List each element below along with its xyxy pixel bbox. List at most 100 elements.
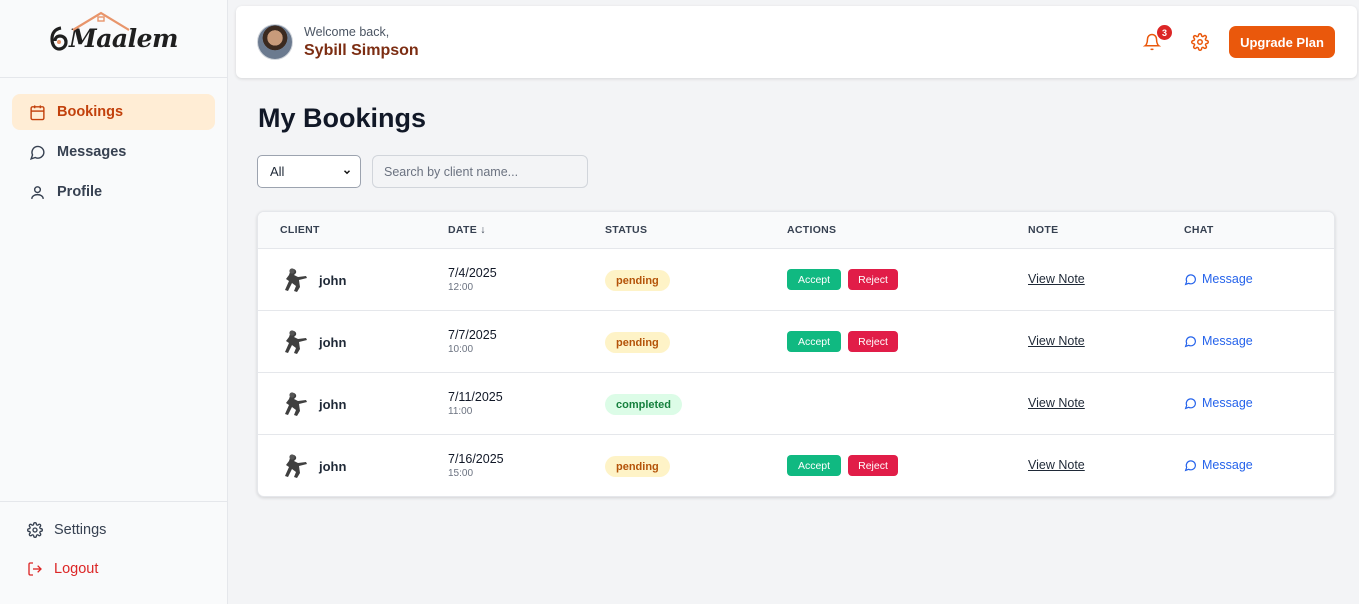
sidebar-item-label: Messages [57,144,127,160]
actions-cell: Accept Reject [787,269,898,290]
user-name: Sybill Simpson [304,41,419,59]
wrench-logo-icon [50,25,68,51]
message-circle-icon [1184,397,1197,410]
message-label: Message [1202,272,1253,286]
message-label: Message [1202,458,1253,472]
sidebar: Maalem Bookings Messages Profile Setting… [0,0,228,604]
booking-time: 11:00 [448,406,473,417]
booking-date: 7/4/2025 [448,266,497,280]
view-note-link[interactable]: View Note [1028,458,1085,472]
client-avatar [280,451,310,481]
calendar-icon [28,103,46,121]
sidebar-item-label: Bookings [57,104,124,120]
status-badge: pending [605,332,670,353]
status-badge: pending [605,456,670,477]
header-actions: 3 Upgrade Plan [1141,24,1335,58]
client-cell: john [280,389,346,419]
filter-selected-value: All [270,164,285,179]
column-header-date[interactable]: DATE ↓ [448,224,486,236]
welcome-block: Welcome back, Sybill Simpson [304,25,419,60]
logout-label: Logout [54,561,99,577]
sidebar-nav: Bookings Messages Profile [0,78,227,210]
message-link[interactable]: Message [1184,458,1253,472]
top-header: Welcome back, Sybill Simpson 3 Upgrade P… [236,6,1357,78]
column-header-note: NOTE [1028,224,1059,236]
settings-link[interactable]: Settings [26,520,227,540]
user-icon [28,183,46,201]
accept-button[interactable]: Accept [787,269,841,290]
accept-button[interactable]: Accept [787,455,841,476]
column-header-client: CLIENT [280,224,320,236]
settings-label: Settings [54,522,107,538]
reject-button[interactable]: Reject [848,331,898,352]
date-cell: 7/11/2025 11:00 [448,390,503,417]
sidebar-item-profile[interactable]: Profile [12,174,215,210]
column-header-chat: CHAT [1184,224,1214,236]
chevron-down-icon [343,169,351,174]
sidebar-item-messages[interactable]: Messages [12,134,215,170]
settings-button[interactable] [1189,31,1211,53]
notifications-button[interactable]: 3 [1141,24,1173,53]
client-name: john [319,458,347,474]
booking-date: 7/16/2025 [448,452,504,466]
booking-date: 7/11/2025 [448,390,503,404]
table-row: john 7/7/2025 10:00 pending Accept Reject View… [258,311,1334,373]
view-note-link[interactable]: View Note [1028,334,1085,348]
date-cell: 7/4/2025 12:00 [448,266,497,293]
logo[interactable]: Maalem [0,0,227,78]
column-header-status: STATUS [605,224,648,236]
message-circle-icon [1184,335,1197,348]
upgrade-plan-button[interactable]: Upgrade Plan [1229,26,1335,58]
status-badge: pending [605,270,670,291]
sidebar-item-bookings[interactable]: Bookings [12,94,215,130]
table-row: john 7/11/2025 11:00 completed View Note Mess… [258,373,1334,435]
sidebar-item-label: Profile [57,184,103,200]
gear-icon [26,521,44,539]
message-link[interactable]: Message [1184,272,1253,286]
sidebar-bottom: Settings Logout [0,501,227,604]
reject-button[interactable]: Reject [848,455,898,476]
booking-time: 15:00 [448,468,474,479]
actions-cell: Accept Reject [787,455,898,476]
client-name: john [319,334,347,350]
message-circle-icon [1184,273,1197,286]
status-badge: completed [605,394,683,415]
status-filter-select[interactable]: All [257,155,361,188]
logout-icon [26,560,44,578]
bookings-table: CLIENT DATE ↓ STATUS ACTIONS NOTE CHAT j… [257,211,1335,497]
table-row: john 7/16/2025 15:00 pending Accept Reject Vie… [258,435,1334,496]
welcome-text: Welcome back, [304,24,390,39]
page-title: My Bookings [258,103,427,133]
client-cell: john [280,265,346,295]
booking-date: 7/7/2025 [448,328,497,342]
client-avatar [280,327,310,357]
avatar[interactable] [257,24,293,60]
message-label: Message [1202,396,1253,410]
message-link[interactable]: Message [1184,334,1253,348]
client-avatar [280,389,310,419]
notification-badge: 3 [1156,24,1173,41]
table-row: john 7/4/2025 12:00 pending Accept Reject View… [258,249,1334,311]
date-cell: 7/7/2025 10:00 [448,328,497,355]
table-header: CLIENT DATE ↓ STATUS ACTIONS NOTE CHAT [258,212,1334,249]
logout-link[interactable]: Logout [26,559,227,579]
message-circle-icon [28,143,46,161]
column-header-actions: ACTIONS [787,224,837,236]
house-roof-icon [72,11,130,31]
client-name: john [319,272,347,288]
reject-button[interactable]: Reject [848,269,898,290]
client-cell: john [280,327,346,357]
view-note-link[interactable]: View Note [1028,272,1085,286]
client-avatar [280,265,310,295]
message-label: Message [1202,334,1253,348]
booking-time: 12:00 [448,282,474,293]
view-note-link[interactable]: View Note [1028,396,1085,410]
booking-time: 10:00 [448,344,474,355]
search-input[interactable] [372,155,588,188]
date-cell: 7/16/2025 15:00 [448,452,504,479]
message-link[interactable]: Message [1184,396,1253,410]
accept-button[interactable]: Accept [787,331,841,352]
message-circle-icon [1184,459,1197,472]
client-name: john [319,396,347,412]
client-cell: john [280,451,346,481]
